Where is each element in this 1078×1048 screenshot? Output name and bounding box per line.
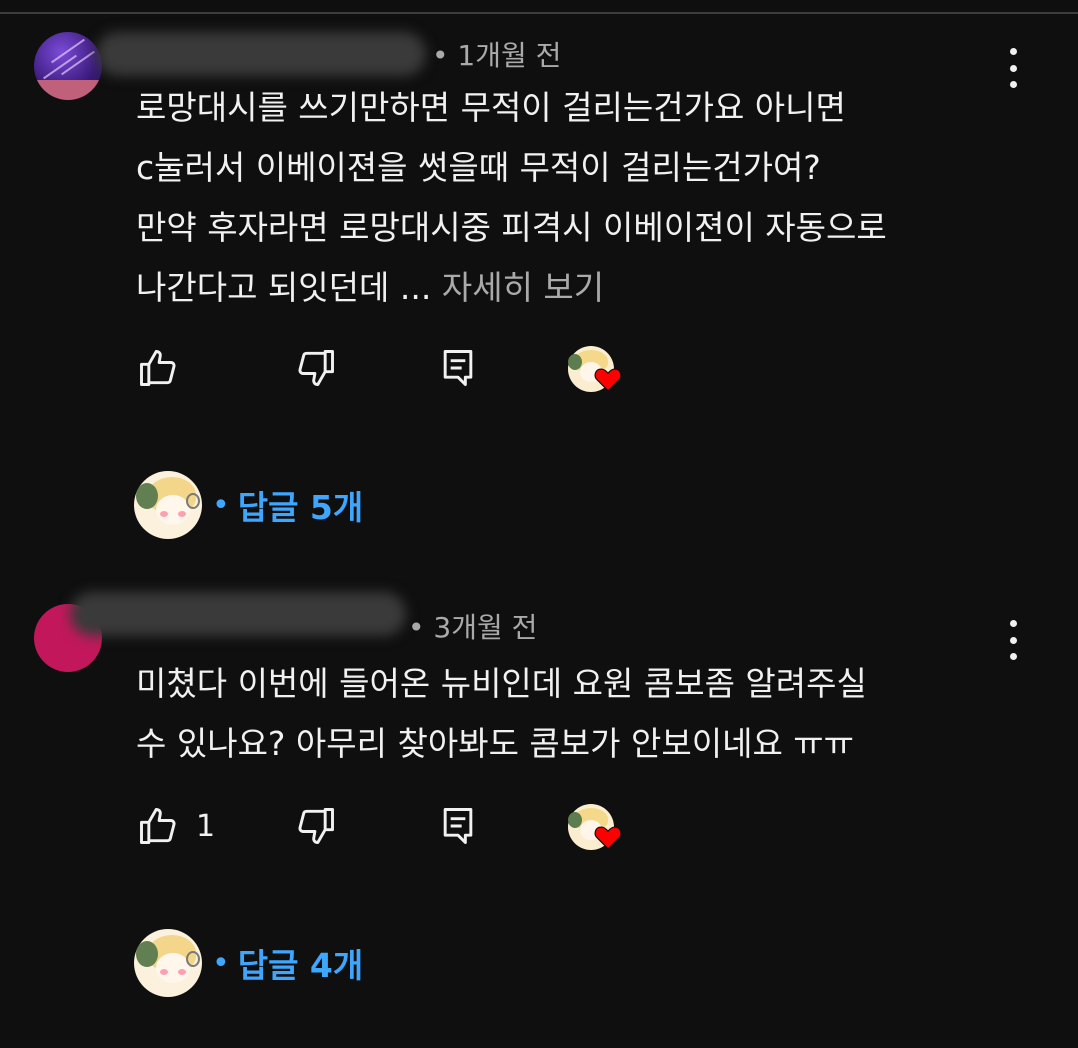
reply-button[interactable] bbox=[436, 346, 480, 390]
creator-heart-badge bbox=[568, 804, 622, 850]
author-name-redacted[interactable] bbox=[70, 592, 406, 636]
replies-count-label: 답글 5개 bbox=[237, 488, 364, 527]
reply-button[interactable] bbox=[436, 804, 480, 848]
replies-count-label: 답글 4개 bbox=[237, 946, 364, 985]
comment-actions: 1 bbox=[136, 804, 656, 854]
replies-dot: • bbox=[212, 945, 230, 981]
comment-actions bbox=[136, 346, 656, 396]
dislike-button[interactable] bbox=[294, 346, 338, 390]
dislike-button[interactable] bbox=[294, 804, 338, 848]
thumbs-down-icon bbox=[298, 808, 334, 844]
comment-text: 미쳤다 이번에 들어온 뉴비인데 요원 콤보좀 알려주실 수 있나요? 아무리 … bbox=[136, 654, 1036, 774]
commenter-avatar[interactable] bbox=[34, 32, 102, 100]
thumbs-down-icon bbox=[298, 350, 334, 386]
read-more-link[interactable]: 자세히 보기 bbox=[442, 268, 604, 307]
comment-time: • 1개월 전 bbox=[432, 39, 562, 72]
comment-thread: • 3개월 전 미쳤다 이번에 들어온 뉴비인데 요원 콤보좀 알려주실 수 있… bbox=[0, 580, 1078, 1040]
like-button[interactable]: 1 bbox=[136, 804, 215, 848]
comments-page: • 1개월 전 로망대시를 쓰기만하면 무적이 걸리는건가요 아니면 c눌러서 … bbox=[0, 0, 1078, 1048]
view-replies-button[interactable]: • 답글 4개 bbox=[134, 928, 363, 998]
thumbs-up-icon bbox=[140, 808, 176, 844]
view-replies-button[interactable]: • 답글 5개 bbox=[134, 470, 363, 540]
comment-line: 미쳤다 이번에 들어온 뉴비인데 요원 콤보좀 알려주실 bbox=[136, 664, 867, 703]
like-count: 1 bbox=[196, 808, 216, 844]
thumbs-up-icon bbox=[140, 350, 176, 386]
comment-line: c눌러서 이베이젼을 썻을때 무적이 걸리는건가여? bbox=[136, 148, 821, 187]
reply-author-avatar bbox=[134, 471, 202, 539]
reply-author-avatar bbox=[134, 929, 202, 997]
reply-comment-icon bbox=[443, 350, 473, 386]
comment-line: 로망대시를 쓰기만하면 무적이 걸리는건가요 아니면 bbox=[136, 88, 846, 127]
comment-text: 로망대시를 쓰기만하면 무적이 걸리는건가요 아니면 c눌러서 이베이젼을 썻을… bbox=[136, 78, 1036, 318]
replies-dot: • bbox=[212, 487, 230, 523]
creator-heart-icon bbox=[594, 826, 622, 850]
creator-heart-badge bbox=[568, 346, 622, 392]
author-name-redacted[interactable] bbox=[96, 32, 426, 76]
comment-line: 수 있나요? 아무리 찾아봐도 콤보가 안보이네요 ㅠㅠ bbox=[136, 724, 855, 763]
reply-comment-icon bbox=[443, 808, 473, 844]
comment-thread: • 1개월 전 로망대시를 쓰기만하면 무적이 걸리는건가요 아니면 c눌러서 … bbox=[0, 0, 1078, 560]
like-button[interactable] bbox=[136, 346, 180, 390]
creator-heart-icon bbox=[594, 368, 622, 392]
comment-line-last: 나간다고 되잇던데 ... 자세히 보기 bbox=[136, 268, 605, 307]
comment-line: 만약 후자라면 로망대시중 피격시 이베이젼이 자동으로 bbox=[136, 208, 887, 247]
comment-time: • 3개월 전 bbox=[408, 611, 538, 644]
